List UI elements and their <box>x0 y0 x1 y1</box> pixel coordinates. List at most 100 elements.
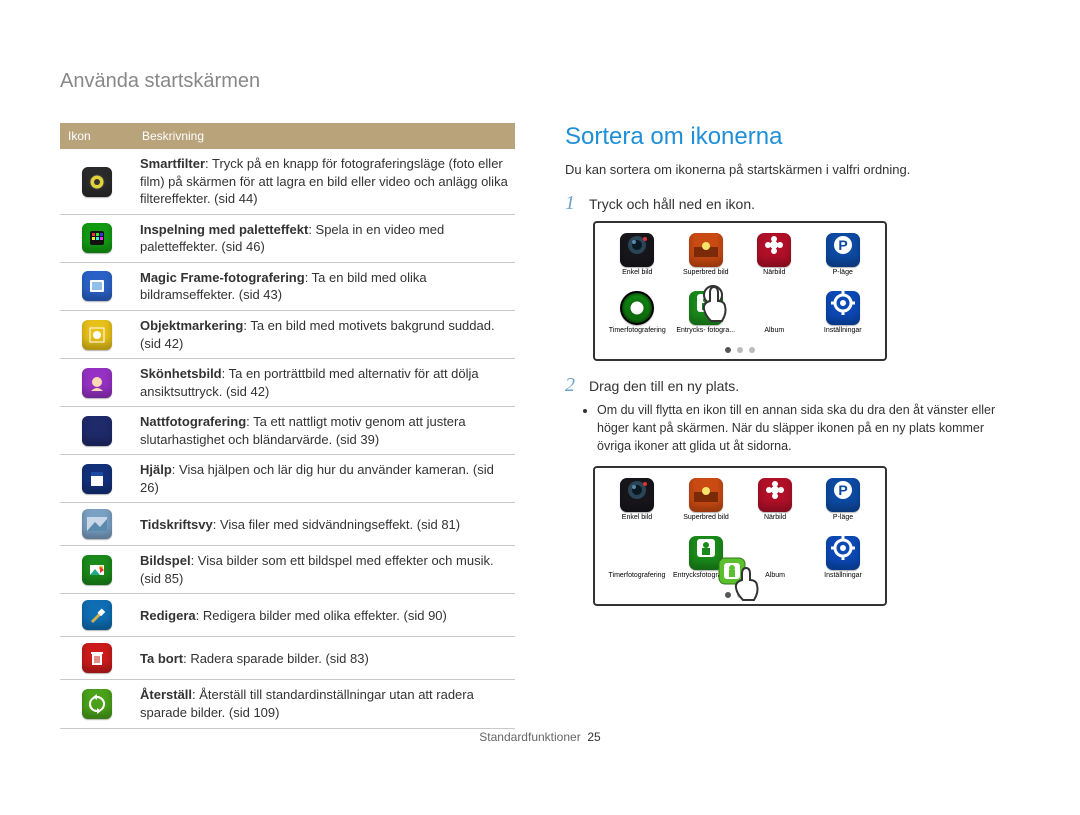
step-1: 1 Tryck och håll ned en ikon. <box>565 193 1020 213</box>
slides-icon <box>82 555 112 585</box>
row-description: Magic Frame-fotografering: Ta en bild me… <box>134 262 515 310</box>
mag-icon <box>82 509 112 539</box>
flower-icon <box>758 478 792 512</box>
table-row: Inspelning med paletteffekt: Spela in en… <box>60 214 515 262</box>
home-icon-7: Inställningar <box>811 291 876 343</box>
table-row: Tidskriftsvy: Visa filer med sidvändning… <box>60 503 515 546</box>
lens-icon <box>620 478 654 512</box>
home-icon-7: Inställningar <box>811 536 875 588</box>
page-header: Använda startskärmen <box>60 70 1020 93</box>
row-description: Tidskriftsvy: Visa filer med sidvändning… <box>134 503 515 546</box>
home-icon-3: P P-läge <box>811 233 876 285</box>
table-row: Smartfilter: Tryck på en knapp för fotog… <box>60 149 515 214</box>
gear-icon <box>826 291 860 325</box>
table-row: Magic Frame-fotografering: Ta en bild me… <box>60 262 515 310</box>
row-icon-cell <box>60 594 134 637</box>
book-icon <box>82 464 112 494</box>
home-icon-0: Enkel bild <box>605 478 669 530</box>
brush-icon <box>82 600 112 630</box>
footer-section: Standardfunktioner <box>479 730 580 744</box>
step-2: 2 Drag den till en ny plats. <box>565 375 1020 395</box>
moon-icon <box>82 416 112 446</box>
gear-icon <box>826 536 860 570</box>
ring-icon <box>620 291 654 325</box>
home-icon-label: Album <box>742 327 807 343</box>
p-icon: P <box>826 478 860 512</box>
home-icon-6: Album <box>742 291 807 343</box>
table-row: Objektmarkering: Ta en bild med motivets… <box>60 311 515 359</box>
row-description: Objektmarkering: Ta en bild med motivets… <box>134 311 515 359</box>
home-icon-label: P-läge <box>811 514 875 530</box>
row-term: Ta bort <box>140 651 183 666</box>
row-term: Bildspel <box>140 553 191 568</box>
home-icon-3: P P-läge <box>811 478 875 530</box>
row-term: Tidskriftsvy <box>140 517 213 532</box>
table-row: Redigera: Redigera bilder med olika effe… <box>60 594 515 637</box>
flower-icon <box>757 233 791 267</box>
table-row: Nattfotografering: Ta ett nattligt motiv… <box>60 407 515 455</box>
row-description: Bildspel: Visa bilder som ett bildspel m… <box>134 546 515 594</box>
row-term: Inspelning med paletteffekt <box>140 222 308 237</box>
footer-page-number: 25 <box>587 730 600 744</box>
home-icon-label: Inställningar <box>811 572 875 588</box>
step-number: 1 <box>565 193 579 213</box>
svg-text:P: P <box>838 482 847 498</box>
page-indicator <box>605 347 875 353</box>
svg-text:P: P <box>838 237 847 253</box>
focus-icon <box>82 320 112 350</box>
table-row: Bildspel: Visa bilder som ett bildspel m… <box>60 546 515 594</box>
home-icon-2: Närbild <box>742 233 807 285</box>
row-term: Smartfilter <box>140 156 205 171</box>
row-icon-cell <box>60 149 134 214</box>
row-description: Återställ: Återställ till standardinstäl… <box>134 680 515 728</box>
home-icon-1: Superbred bild <box>674 233 739 285</box>
home-icon-label: Enkel bild <box>605 514 669 530</box>
row-icon-cell <box>60 546 134 594</box>
icon-description-table: Ikon Beskrivning Smartfilter: Tryck på e… <box>60 123 515 729</box>
row-icon-cell <box>60 680 134 728</box>
page-footer: Standardfunktioner 25 <box>0 730 1080 744</box>
row-description: Nattfotografering: Ta ett nattligt motiv… <box>134 407 515 455</box>
home-screen-mock-1: Enkel bildSuperbred bildNärbildPP-lägeTi… <box>593 221 887 361</box>
row-icon-cell <box>60 407 134 455</box>
sunset-icon <box>689 478 723 512</box>
row-term: Magic Frame-fotografering <box>140 270 305 285</box>
home-icon-label: Superbred bild <box>673 514 739 530</box>
home-icon-4: Timerfotografering <box>605 536 669 588</box>
row-description: Smartfilter: Tryck på en knapp för fotog… <box>134 149 515 214</box>
sunset-icon <box>689 233 723 267</box>
icon-table-column: Ikon Beskrivning Smartfilter: Tryck på e… <box>60 123 515 729</box>
home-screen-mock-2: Enkel bildSuperbred bildNärbildPP-lägeTi… <box>593 466 887 606</box>
row-icon-cell <box>60 637 134 680</box>
home-icon-label: P-läge <box>811 269 876 285</box>
row-term: Hjälp <box>140 462 172 477</box>
hand-press-icon <box>691 283 739 331</box>
camera-dot-icon <box>82 167 112 197</box>
table-row: Skönhetsbild: Ta en porträttbild med alt… <box>60 359 515 407</box>
step-2-note: Om du vill flytta en ikon till en annan … <box>565 401 1020 455</box>
row-description: Skönhetsbild: Ta en porträttbild med alt… <box>134 359 515 407</box>
trash-icon <box>82 643 112 673</box>
note-bullet: Om du vill flytta en ikon till en annan … <box>597 401 1020 455</box>
row-icon-cell <box>60 359 134 407</box>
step-text: Tryck och håll ned en ikon. <box>589 193 755 213</box>
step-number: 2 <box>565 375 579 395</box>
instructions-column: Sortera om ikonerna Du kan sortera om ik… <box>565 123 1020 729</box>
home-icon-1: Superbred bild <box>673 478 739 530</box>
row-term: Nattfotografering <box>140 414 246 429</box>
home-icon-label: Inställningar <box>811 327 876 343</box>
section-intro: Du kan sortera om ikonerna på startskärm… <box>565 161 1020 179</box>
row-icon-cell <box>60 455 134 503</box>
row-description: Ta bort: Radera sparade bilder. (sid 83) <box>134 637 515 680</box>
table-row: Återställ: Återställ till standardinstäl… <box>60 680 515 728</box>
row-icon-cell <box>60 503 134 546</box>
row-icon-cell <box>60 262 134 310</box>
grid-icon <box>82 223 112 253</box>
row-term: Skönhetsbild <box>140 366 222 381</box>
row-term: Återställ <box>140 687 192 702</box>
row-term: Objektmarkering <box>140 318 243 333</box>
home-icon-4: Timerfotografering <box>605 291 670 343</box>
home-icon-label: Timerfotografering <box>605 572 669 588</box>
home-icon-label: Timerfotografering <box>605 327 670 343</box>
home-icon-label: Närbild <box>742 269 807 285</box>
